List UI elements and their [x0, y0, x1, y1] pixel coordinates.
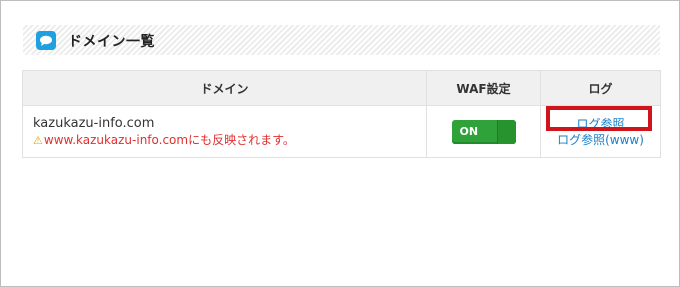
toggle-knob	[496, 119, 516, 144]
domain-warning: ⚠ www.kazukazu-info.comにも反映されます。	[33, 132, 426, 149]
section-header: ドメイン一覧	[23, 25, 660, 55]
column-header-waf: WAF設定	[426, 70, 541, 106]
log-view-www-link[interactable]: ログ参照(www)	[541, 132, 660, 148]
warning-icon: ⚠	[33, 133, 43, 147]
domain-name: kazukazu-info.com	[33, 115, 155, 131]
waf-toggle-label: ON	[459, 124, 479, 138]
column-header-log: ログ	[540, 70, 661, 106]
column-header-domain: ドメイン	[22, 70, 427, 106]
speech-bubble-icon	[36, 31, 56, 50]
table-header-row: ドメイン WAF設定 ログ	[22, 70, 661, 106]
section-title: ドメイン一覧	[68, 34, 155, 50]
highlight-annotation	[546, 106, 652, 131]
domain-warning-text: www.kazukazu-info.comにも反映されます。	[43, 132, 295, 147]
waf-cell: ON	[426, 105, 541, 158]
domain-cell: kazukazu-info.com ⚠ www.kazukazu-info.co…	[22, 105, 427, 158]
waf-toggle[interactable]: ON	[451, 119, 516, 144]
